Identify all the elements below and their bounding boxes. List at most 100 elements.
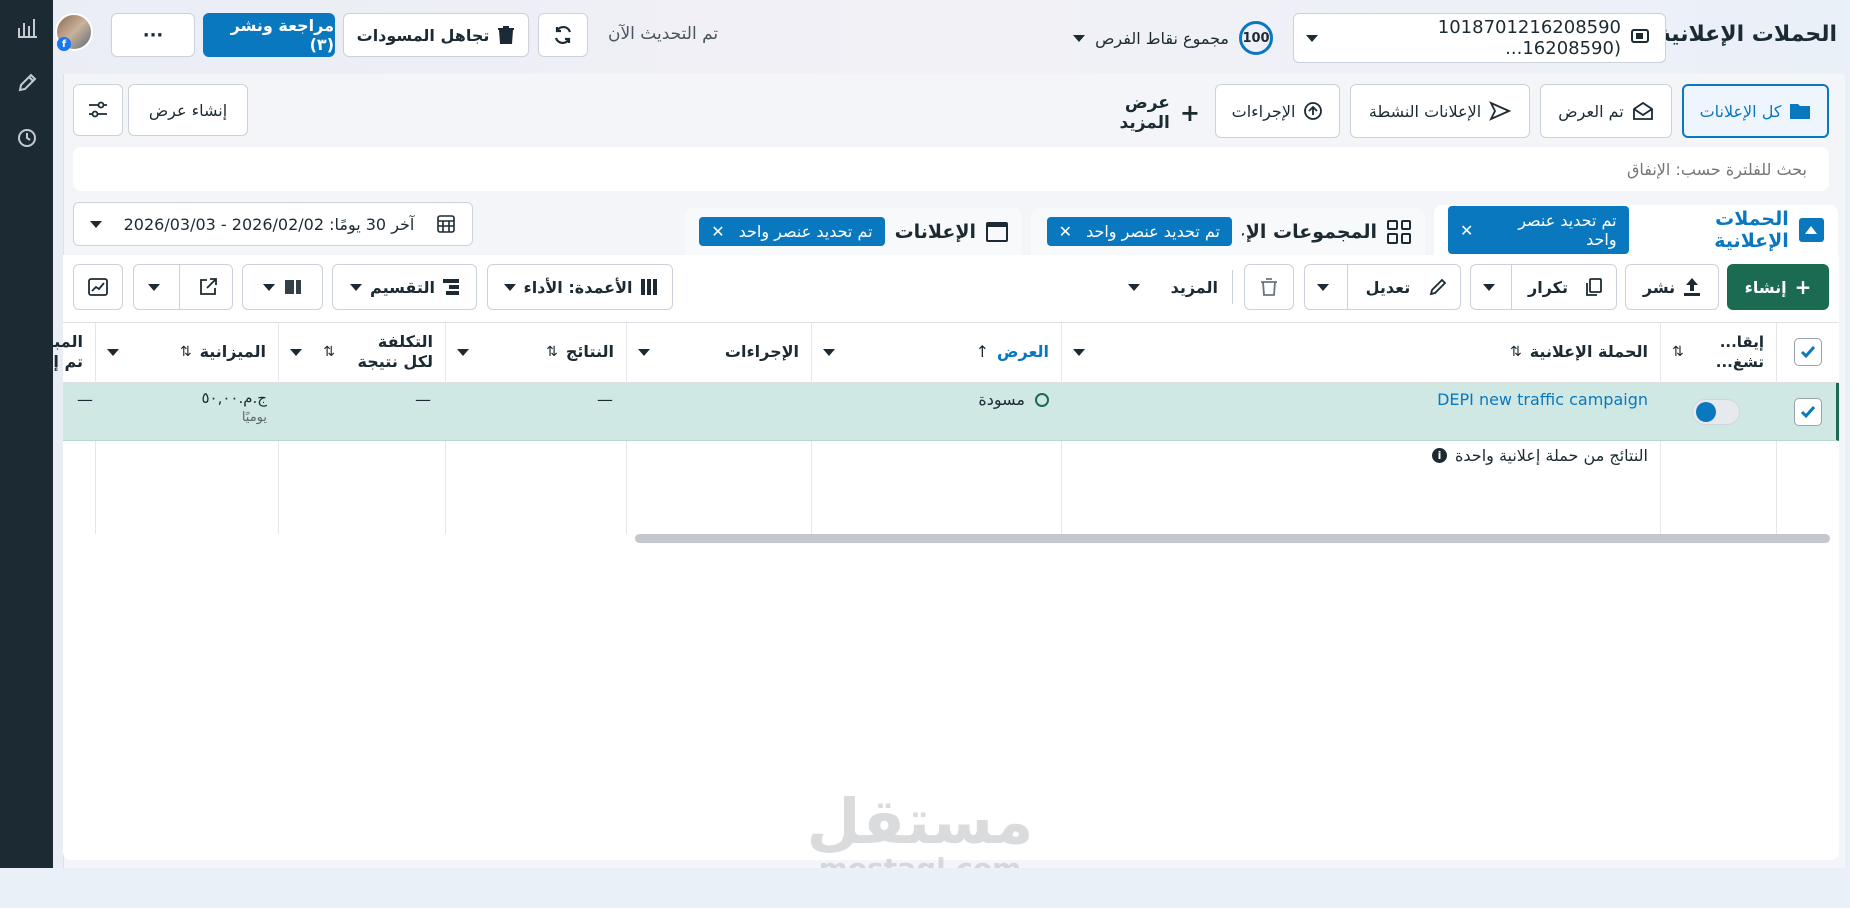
selection-chip[interactable]: تم تحديد عنصر واحد ✕: [1448, 206, 1629, 254]
header-amount-spent[interactable]: المبلغ الذي تم إنفاقه ⇅: [0, 322, 95, 382]
delivery-status: مسودة: [823, 390, 1049, 409]
account-icon: [1631, 27, 1653, 49]
sort-icon[interactable]: ⇅: [1672, 342, 1684, 362]
chart-view-button[interactable]: [73, 264, 123, 310]
reports-icon: [284, 280, 301, 294]
chevron-down-icon[interactable]: [1073, 348, 1085, 356]
chart-icon[interactable]: [14, 14, 40, 40]
pencil-icon[interactable]: [14, 70, 40, 96]
header-onoff[interactable]: إيقا... تشغ... ⇅: [1660, 322, 1776, 382]
plus-icon: +: [1179, 99, 1200, 127]
score-ring: 100: [1239, 21, 1273, 55]
breakdown-dropdown[interactable]: التقسيم: [332, 264, 477, 310]
tab-ads[interactable]: الإعلانات تم تحديد عنصر واحد ✕: [685, 208, 1022, 255]
view-settings-button[interactable]: [73, 84, 123, 136]
chevron-down-icon: [148, 283, 160, 291]
date-range-picker[interactable]: آخر 30 يومًا: 2026/02/02 - 2026/03/03: [73, 202, 473, 246]
select-all-cell[interactable]: [1776, 322, 1839, 382]
campaigns-table: إيقا... تشغ... ⇅ الحملة الإعلانية ⇅ العر…: [0, 322, 1839, 543]
header-actions[interactable]: الإجراءات: [626, 322, 811, 382]
sort-icon[interactable]: ⇅: [546, 342, 558, 362]
more-dropdown[interactable]: المزيد: [1128, 272, 1218, 302]
chevron-down-icon: [1128, 283, 1140, 291]
reports-dropdown[interactable]: [242, 264, 323, 310]
row-checkbox-cell[interactable]: [1776, 383, 1839, 441]
header-campaign[interactable]: الحملة الإعلانية ⇅: [1061, 322, 1660, 382]
campaign-name-link[interactable]: DEPI new traffic campaign: [1163, 390, 1648, 409]
header-results[interactable]: النتائج ⇅: [445, 322, 626, 382]
create-view-button[interactable]: إنشاء عرض: [128, 84, 248, 136]
refresh-icon: [554, 25, 572, 45]
results-value: —: [597, 390, 613, 409]
tab-all-ads[interactable]: كل الإعلانات: [1682, 84, 1829, 138]
export-dropdown[interactable]: [133, 264, 233, 310]
discard-drafts-button[interactable]: تجاهل المسودات: [343, 13, 529, 57]
horizontal-scrollbar[interactable]: [635, 534, 1830, 543]
selection-chip[interactable]: تم تحديد عنصر واحد ✕: [699, 217, 885, 246]
chevron-down-icon: [262, 283, 275, 291]
results-summary: النتائج من حملة إعلانية واحدة i: [1063, 446, 1648, 465]
chevron-down-icon[interactable]: [290, 348, 302, 356]
campaign-icon: [1798, 218, 1824, 242]
folder-icon: [1790, 104, 1811, 119]
budget-period: يوميًا: [241, 410, 267, 425]
show-more-button[interactable]: + عرض المزيد: [1070, 93, 1201, 133]
sort-asc-icon[interactable]: ↑: [976, 342, 989, 362]
refresh-button[interactable]: [538, 13, 588, 57]
review-publish-button[interactable]: مراجعة ونشر (٣): [203, 13, 335, 57]
publish-button[interactable]: نشر: [1625, 264, 1719, 310]
tab-delivered[interactable]: تم العرض: [1540, 84, 1672, 138]
edit-button[interactable]: تعديل: [1304, 264, 1461, 310]
budget-value: ج.م.٥٠,٠٠ يوميًا: [107, 388, 267, 428]
header-cost-per-result[interactable]: التكلفة لكل نتيجة ⇅: [278, 322, 445, 382]
tab-adsets[interactable]: المجموعات الإعلانية تم تحديد عنصر واحد✕: [1031, 208, 1425, 255]
tab-actions[interactable]: الإجراءات: [1215, 84, 1340, 138]
chevron-down-icon[interactable]: [107, 348, 119, 356]
chevron-down-icon: [350, 283, 363, 291]
account-selector[interactable]: 1018701216208590 (16208590...: [1293, 13, 1666, 63]
plus-icon: +: [1794, 275, 1812, 299]
trash-icon: [1261, 278, 1277, 296]
cost-per-result-value: —: [415, 390, 431, 409]
close-icon[interactable]: ✕: [1460, 221, 1473, 240]
opportunity-score[interactable]: 100 مجموع نقاط الفرص: [1043, 18, 1273, 58]
chevron-down-icon[interactable]: [457, 348, 469, 356]
more-options-button[interactable]: ···: [111, 13, 195, 57]
create-button[interactable]: + إنشاء: [1727, 264, 1829, 310]
tab-campaigns[interactable]: الحملات الإعلانية تم تحديد عنصر واحد ✕: [1434, 205, 1838, 255]
close-icon[interactable]: ✕: [711, 222, 724, 241]
chevron-down-icon[interactable]: [1483, 283, 1496, 291]
sliders-icon: [89, 101, 107, 118]
left-sidebar: [0, 0, 53, 868]
row-checkbox[interactable]: [1793, 398, 1822, 426]
onoff-toggle[interactable]: [1692, 399, 1740, 425]
trash-icon: [498, 26, 515, 44]
search-bar[interactable]: [73, 147, 1829, 191]
chevron-down-icon[interactable]: [823, 348, 835, 356]
tab-active-ads[interactable]: الإعلانات النشطة: [1350, 84, 1530, 138]
duplicate-button[interactable]: تكرار: [1470, 264, 1617, 310]
pencil-icon: [1429, 278, 1447, 296]
selection-chip[interactable]: تم تحديد عنصر واحد ✕: [1046, 217, 1232, 246]
clock-icon[interactable]: [14, 125, 40, 151]
chevron-down-icon[interactable]: [638, 348, 650, 356]
columns-dropdown[interactable]: الأعمدة: الأداء: [487, 264, 673, 310]
export-icon: [200, 278, 217, 295]
chevron-down-icon: [90, 220, 102, 228]
sort-icon[interactable]: ⇅: [180, 342, 192, 362]
sort-icon[interactable]: ⇅: [323, 342, 335, 362]
chevron-down-icon[interactable]: [1317, 283, 1330, 291]
header-budget[interactable]: الميزانية ⇅: [95, 322, 278, 382]
sort-icon[interactable]: ⇅: [1510, 342, 1522, 362]
toggle-knob: [1696, 402, 1716, 422]
chevron-down-icon: [1306, 34, 1318, 42]
search-input[interactable]: [73, 147, 1829, 191]
copy-icon: [1586, 278, 1602, 296]
envelope-open-icon: [1632, 101, 1653, 120]
close-icon[interactable]: ✕: [1059, 222, 1072, 241]
delete-button[interactable]: [1244, 264, 1294, 310]
select-all-checkbox[interactable]: [1793, 338, 1822, 366]
upload-icon: [1684, 278, 1701, 296]
info-icon[interactable]: i: [1432, 448, 1448, 463]
header-delivery[interactable]: العرض ↑: [811, 322, 1061, 382]
